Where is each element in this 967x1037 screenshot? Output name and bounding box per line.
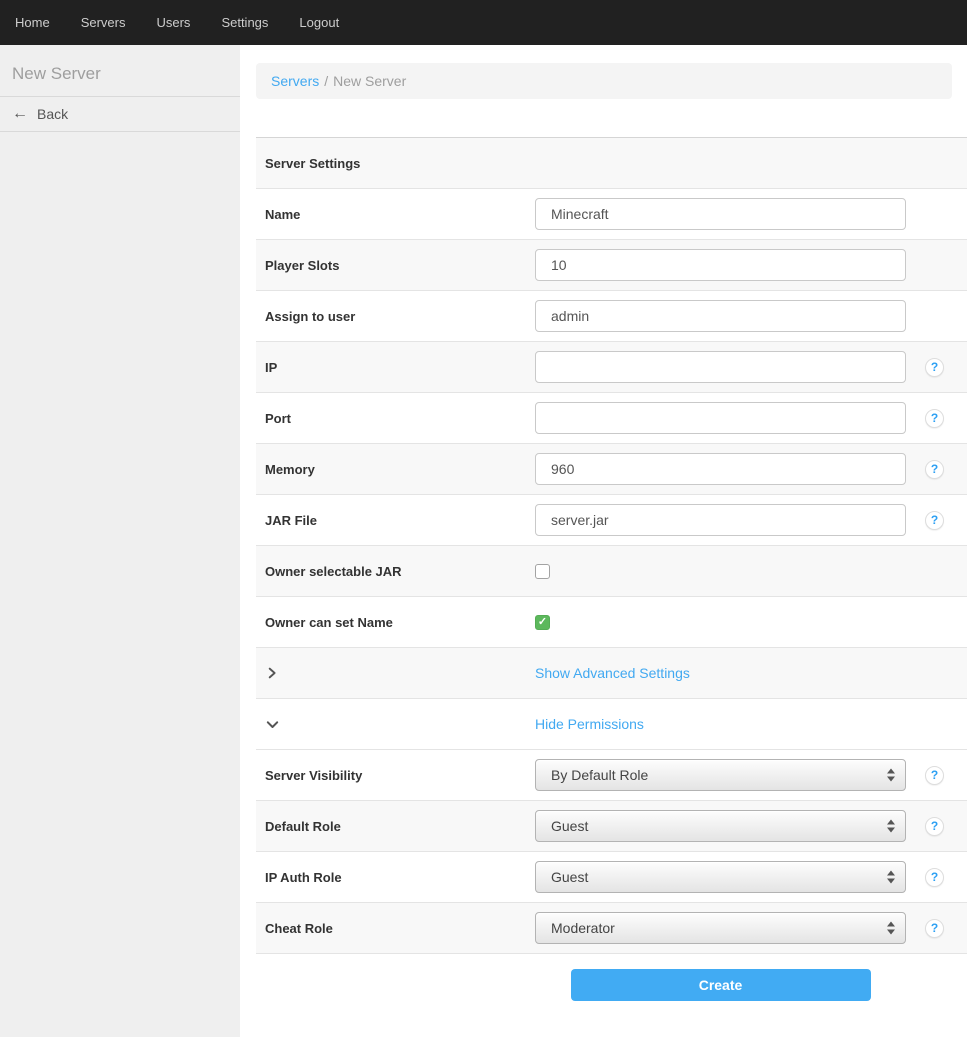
ip-auth-role-select[interactable]: Guest	[535, 861, 906, 893]
jar-file-input[interactable]	[535, 504, 906, 536]
create-button[interactable]: Create	[571, 969, 871, 1001]
select-arrows-icon	[887, 922, 895, 935]
select-value: Moderator	[551, 920, 615, 936]
select-value: Guest	[551, 818, 588, 834]
server-settings-form: Server Settings Name Player Slots Assign…	[256, 137, 967, 1016]
form-row-name: Name	[256, 189, 967, 240]
port-input[interactable]	[535, 402, 906, 434]
nav-servers[interactable]: Servers	[81, 15, 126, 30]
form-row-cheat-role: Cheat Role Moderator ?	[256, 903, 967, 954]
help-icon[interactable]: ?	[925, 358, 944, 377]
select-arrows-icon	[887, 769, 895, 782]
form-row-ip-auth-role: IP Auth Role Guest ?	[256, 852, 967, 903]
field-label: Server Visibility	[256, 768, 535, 783]
help-icon[interactable]: ?	[925, 409, 944, 428]
help-icon[interactable]: ?	[925, 511, 944, 530]
back-button[interactable]: ← Back	[0, 97, 240, 132]
help-icon[interactable]: ?	[925, 868, 944, 887]
nav-users[interactable]: Users	[156, 15, 190, 30]
form-row-owner-selectable-jar: Owner selectable JAR ✓	[256, 546, 967, 597]
server-visibility-select[interactable]: By Default Role	[535, 759, 906, 791]
field-label: Name	[256, 207, 535, 222]
field-label: IP	[256, 360, 535, 375]
owner-can-set-name-checkbox[interactable]: ✓	[535, 615, 550, 630]
form-row-create: Create	[256, 954, 967, 1016]
top-navbar: Home Servers Users Settings Logout	[0, 0, 967, 45]
field-label: Owner can set Name	[256, 615, 535, 630]
player-slots-input[interactable]	[535, 249, 906, 281]
field-label: Assign to user	[256, 309, 535, 324]
sidebar: New Server ← Back	[0, 45, 240, 1037]
cheat-role-select[interactable]: Moderator	[535, 912, 906, 944]
show-advanced-settings-link[interactable]: Show Advanced Settings	[535, 665, 690, 681]
form-section-header: Server Settings	[256, 138, 967, 189]
page-title: New Server	[0, 45, 240, 97]
help-icon[interactable]: ?	[925, 460, 944, 479]
form-row-ip: IP ?	[256, 342, 967, 393]
main-content: Servers / New Server Server Settings Nam…	[256, 45, 967, 1016]
breadcrumb-servers-link[interactable]: Servers	[271, 73, 319, 89]
form-row-default-role: Default Role Guest ?	[256, 801, 967, 852]
field-label: JAR File	[256, 513, 535, 528]
breadcrumb-separator: /	[324, 73, 328, 89]
form-row-advanced-toggle: Show Advanced Settings	[256, 648, 967, 699]
select-value: Guest	[551, 869, 588, 885]
memory-input[interactable]	[535, 453, 906, 485]
breadcrumb-current: New Server	[333, 73, 406, 89]
chevron-right-icon[interactable]	[256, 666, 535, 680]
form-row-owner-can-set-name: Owner can set Name ✓	[256, 597, 967, 648]
hide-permissions-link[interactable]: Hide Permissions	[535, 716, 644, 732]
owner-selectable-jar-checkbox[interactable]: ✓	[535, 564, 550, 579]
field-label: Owner selectable JAR	[256, 564, 535, 579]
section-title: Server Settings	[256, 156, 535, 171]
field-label: Default Role	[256, 819, 535, 834]
nav-logout[interactable]: Logout	[299, 15, 339, 30]
default-role-select[interactable]: Guest	[535, 810, 906, 842]
form-row-memory: Memory ?	[256, 444, 967, 495]
select-value: By Default Role	[551, 767, 648, 783]
name-input[interactable]	[535, 198, 906, 230]
field-label: Memory	[256, 462, 535, 477]
form-row-permissions-toggle: Hide Permissions	[256, 699, 967, 750]
help-icon[interactable]: ?	[925, 919, 944, 938]
form-row-assign-to-user: Assign to user	[256, 291, 967, 342]
back-arrow-icon: ←	[12, 106, 28, 122]
ip-input[interactable]	[535, 351, 906, 383]
select-arrows-icon	[887, 820, 895, 833]
form-row-server-visibility: Server Visibility By Default Role ?	[256, 750, 967, 801]
form-row-player-slots: Player Slots	[256, 240, 967, 291]
breadcrumb: Servers / New Server	[256, 63, 952, 99]
field-label: Cheat Role	[256, 921, 535, 936]
form-row-jar-file: JAR File ?	[256, 495, 967, 546]
help-icon[interactable]: ?	[925, 817, 944, 836]
back-label: Back	[37, 106, 68, 122]
chevron-down-icon[interactable]	[256, 717, 535, 732]
form-row-port: Port ?	[256, 393, 967, 444]
nav-settings[interactable]: Settings	[221, 15, 268, 30]
assign-to-user-input[interactable]	[535, 300, 906, 332]
select-arrows-icon	[887, 871, 895, 884]
help-icon[interactable]: ?	[925, 766, 944, 785]
field-label: Port	[256, 411, 535, 426]
nav-home[interactable]: Home	[15, 15, 50, 30]
check-icon: ✓	[538, 617, 547, 628]
field-label: IP Auth Role	[256, 870, 535, 885]
field-label: Player Slots	[256, 258, 535, 273]
